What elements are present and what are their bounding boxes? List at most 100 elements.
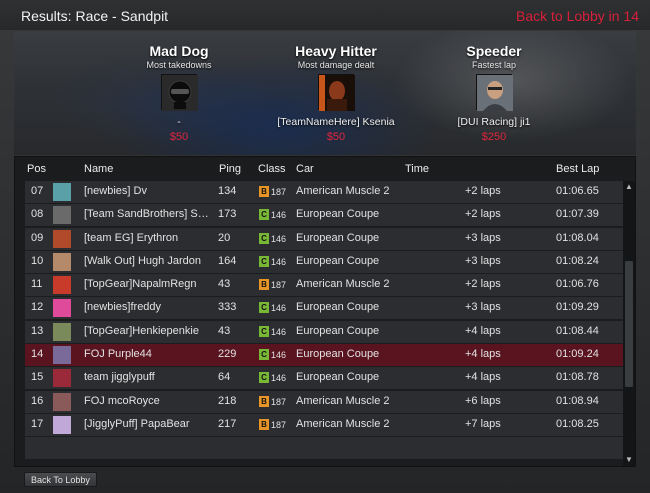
row-ping: 43 [218, 324, 231, 337]
row-ping: 229 [218, 348, 237, 361]
title-bar: Results: Race - Sandpit Back to Lobby in… [0, 0, 650, 30]
class-badge: C [259, 372, 269, 384]
player-avatar [476, 74, 513, 111]
row-class: B 187 [259, 395, 287, 408]
row-player-name: [team EG] Erythron [84, 231, 179, 244]
class-badge: B [259, 186, 269, 197]
row-player-name: [JigglyPuff] PapaBear [84, 417, 190, 430]
row-class: C 146 [259, 232, 286, 245]
award-mad-dog: Mad Dog Most takedowns - $50 [114, 43, 244, 143]
row-position: 12 [31, 301, 44, 314]
column-header-car: Car [296, 163, 314, 175]
row-car: American Muscle 2 [296, 278, 390, 291]
row-position: 15 [31, 371, 44, 384]
back-to-lobby-countdown[interactable]: Back to Lobby in 14 [516, 8, 639, 24]
row-car: European Coupe [296, 301, 380, 314]
scroll-down-icon[interactable]: ▼ [624, 455, 634, 465]
row-position: 09 [31, 231, 44, 244]
award-speeder: Speeder Fastest lap [DUI Racing] ji1 $25… [429, 43, 559, 143]
row-player-name: [TopGear]Henkiepenkie [84, 324, 199, 337]
class-number: 146 [271, 326, 287, 337]
row-time: +2 laps [465, 278, 501, 291]
row-position: 11 [31, 278, 43, 291]
row-car: European Coupe [296, 254, 380, 267]
award-subtitle: Most damage dealt [297, 60, 375, 70]
player-avatar [53, 346, 71, 365]
row-time: +3 laps [465, 254, 501, 267]
player-avatar [53, 252, 71, 271]
scrollbar[interactable]: ▲ ▼ [623, 181, 635, 466]
table-row[interactable]: 07 [newbies] Dv 134 B 187 American Muscle 2 +2… [25, 181, 623, 203]
class-number: 146 [271, 210, 287, 221]
table-row[interactable]: 11 [TopGear]NapalmRegn 43 B 187 American Musc… [25, 274, 623, 297]
row-car: European Coupe [296, 348, 380, 361]
row-ping: 164 [218, 254, 237, 267]
row-ping: 64 [218, 371, 231, 384]
class-number: 146 [271, 303, 287, 314]
award-player: - [177, 116, 181, 128]
table-row[interactable]: 08 [Team SandBrothers] Sand... 173 C 146 Euro… [25, 204, 623, 227]
row-class: B 187 [259, 418, 286, 431]
table-row[interactable]: 09 [team EG] Erythron 20 C 146 European Coupe… [25, 227, 623, 250]
row-car: European Coupe [296, 208, 380, 221]
award-title: Heavy Hitter [295, 43, 377, 59]
row-class: C 146 [259, 209, 286, 221]
row-ping: 218 [218, 394, 237, 407]
column-header-name: Name [84, 163, 114, 175]
row-ping: 134 [218, 185, 237, 197]
table-row[interactable]: 16 FOJ mcoRoyce 218 B 187 American Muscle 2 +6… [25, 390, 623, 413]
row-class: C 146 [259, 349, 286, 361]
player-avatar [53, 322, 71, 341]
row-position: 16 [31, 394, 44, 407]
player-avatar [53, 206, 71, 225]
player-avatar [53, 415, 71, 434]
table-row[interactable]: 10 [Walk Out] Hugh Jardon 164 C 146 European … [25, 250, 623, 273]
table-row[interactable]: 14 FOJ Purple44 229 C 146 European Coupe +4 la… [25, 344, 623, 367]
row-position: 07 [31, 185, 44, 197]
row-time: +6 laps [465, 394, 501, 407]
class-badge: C [259, 302, 269, 314]
row-car: European Coupe [296, 231, 380, 244]
class-number: 146 [271, 350, 287, 361]
table-row[interactable]: 12 [newbies]freddy 333 C 146 European Coupe +3… [25, 297, 623, 320]
class-badge: C [259, 325, 269, 337]
row-class: C 146 [259, 255, 287, 268]
scroll-up-icon[interactable]: ▲ [624, 182, 634, 192]
row-best-lap: 01:08.04 [556, 231, 599, 244]
row-time: +3 laps [465, 231, 501, 244]
row-best-lap: 01:08.94 [556, 394, 599, 407]
row-time: +4 laps [465, 324, 501, 337]
column-header-ping: Ping [219, 163, 242, 175]
results-table: Pos Name Ping Class Car Time Best Lap 07… [14, 156, 636, 467]
award-heavy-hitter: Heavy Hitter Most damage dealt [TeamName… [271, 43, 401, 143]
class-badge: B [259, 279, 269, 291]
helmet-icon [161, 74, 198, 111]
row-ping: 217 [218, 417, 237, 430]
table-row[interactable]: 17 [JigglyPuff] PapaBear 217 B 187 American M… [25, 413, 623, 436]
row-player-name: FOJ Purple44 [84, 348, 152, 361]
row-best-lap: 01:08.44 [556, 324, 599, 337]
row-best-lap: 01:06.76 [556, 278, 599, 291]
row-position: 13 [31, 324, 44, 337]
row-time: +2 laps [465, 185, 501, 197]
class-number: 146 [271, 373, 287, 384]
class-badge: B [259, 418, 269, 430]
row-ping: 20 [218, 231, 231, 244]
award-title: Speeder [466, 43, 522, 59]
award-prize: $50 [169, 131, 189, 143]
row-best-lap: 01:09.24 [556, 348, 599, 361]
table-row[interactable]: 13 [TopGear]Henkiepenkie 43 C 146 European Co… [25, 320, 623, 343]
back-to-lobby-button[interactable]: Back To Lobby [24, 472, 97, 487]
class-number: 146 [271, 256, 287, 267]
class-number: 187 [271, 280, 287, 291]
row-player-name: FOJ mcoRoyce [84, 394, 160, 407]
row-time: +4 laps [465, 371, 501, 384]
column-header-time: Time [405, 163, 430, 175]
row-position: 17 [31, 417, 44, 430]
row-best-lap: 01:07.39 [556, 208, 599, 221]
class-number: 187 [271, 396, 287, 407]
table-row[interactable]: 15 team jigglypuff 64 C 146 European Coupe +4 … [25, 367, 623, 390]
page-title: Results: Race - Sandpit [21, 8, 169, 24]
scroll-thumb[interactable] [625, 261, 633, 387]
row-position: 10 [31, 254, 44, 267]
